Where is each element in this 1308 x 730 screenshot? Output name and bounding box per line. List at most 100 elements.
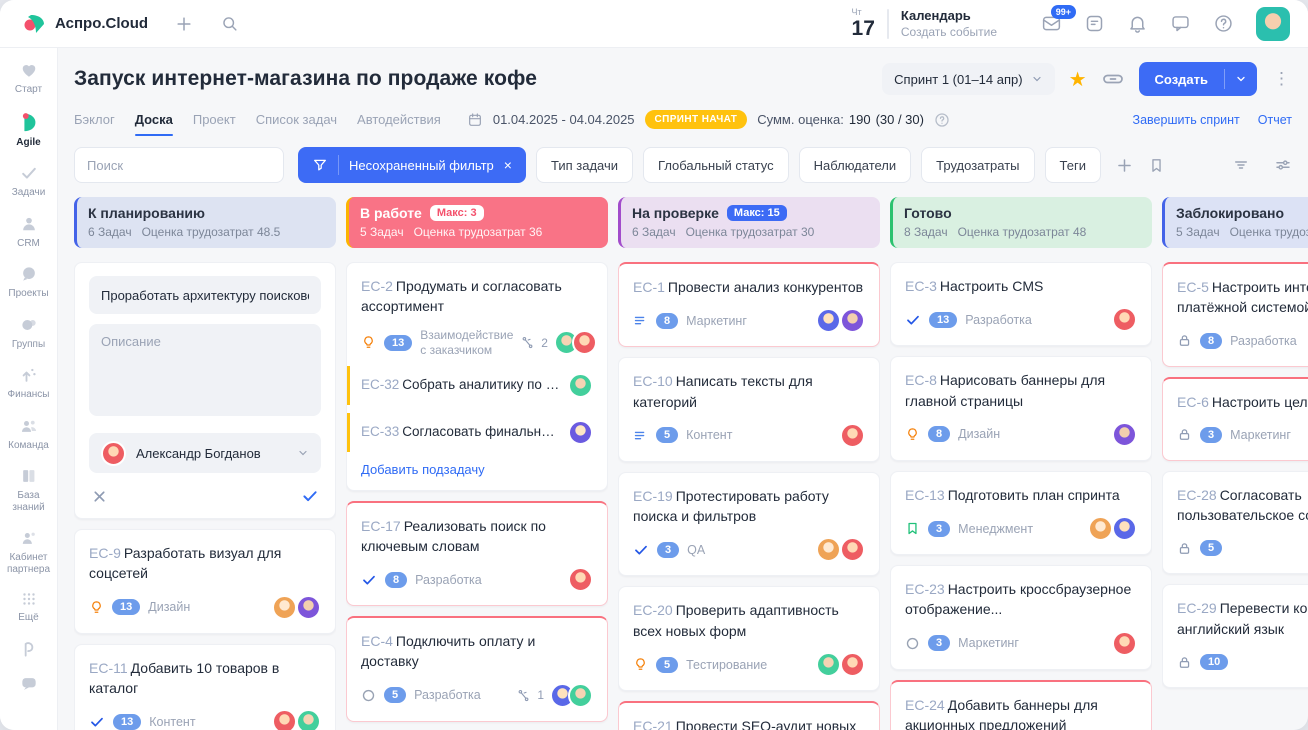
column-header[interactable]: К планированию 6 ЗадачОценка трудозатрат… (74, 197, 336, 248)
task-card[interactable]: EC-24Добавить баннеры для акционных пред… (890, 680, 1152, 730)
avatar (272, 595, 297, 620)
search-input[interactable] (74, 147, 284, 183)
filter-chip-watchers[interactable]: Наблюдатели (799, 147, 912, 183)
tab-backlog[interactable]: Бэклог (74, 112, 115, 136)
sidebar-item-team[interactable]: Команда (2, 416, 55, 452)
create-dropdown-icon[interactable] (1225, 73, 1257, 85)
filter-chip-global-status[interactable]: Глобальный статус (643, 147, 789, 183)
sidebar-item-groups[interactable]: Группы (2, 315, 55, 351)
column-header[interactable]: В работеМакс: 3 5 ЗадачОценка трудозатра… (346, 197, 608, 248)
filter-chip-task-type[interactable]: Тип задачи (536, 147, 633, 183)
sidebar-item-chat[interactable] (2, 674, 55, 694)
column-done: Готово 8 ЗадачОценка трудозатрат 48 EC-3… (890, 197, 1152, 730)
sidebar-item-start[interactable]: Старт (2, 60, 55, 96)
filter-chip-tags[interactable]: Теги (1045, 147, 1101, 183)
new-task-title-input[interactable] (89, 276, 321, 314)
add-filter-icon[interactable] (1115, 156, 1134, 175)
bookmark-icon (905, 521, 920, 536)
task-card[interactable]: EC-28Согласовать пользовательское соглаш… (1162, 471, 1308, 575)
tab-automations[interactable]: Автодействия (357, 112, 441, 136)
report-link[interactable]: Отчет (1258, 113, 1292, 127)
sidebar-item-tasks[interactable]: Задачи (2, 163, 55, 199)
task-card[interactable]: EC-17Реализовать поиск по ключевым слова… (346, 501, 608, 607)
avatar (272, 709, 297, 730)
brand[interactable]: Аспро.Cloud (22, 12, 148, 36)
active-filter-button[interactable]: Несохраненный фильтр × (298, 147, 526, 183)
finish-sprint-link[interactable]: Завершить спринт (1133, 113, 1240, 127)
link-icon[interactable] (1101, 67, 1125, 91)
bulb-icon (89, 600, 104, 615)
calendar-date[interactable]: Чт 17 (852, 8, 875, 39)
chat-icon[interactable] (1170, 13, 1191, 34)
tab-project[interactable]: Проект (193, 112, 236, 136)
task-card[interactable]: EC-6Настроить цели в 3 Маркетинг (1162, 377, 1308, 461)
lines-icon (633, 313, 648, 328)
help-icon[interactable] (1213, 13, 1234, 34)
task-card[interactable]: EC-13Подготовить план спринта 3 Менеджме… (890, 471, 1152, 555)
task-card[interactable]: EC-2Продумать и согласовать ассортимент … (346, 262, 608, 491)
new-task-description-input[interactable] (89, 324, 321, 416)
filter-chip-time[interactable]: Трудозатраты (921, 147, 1034, 183)
sidebar-item-more[interactable]: Ещё (2, 590, 55, 624)
create-button[interactable]: Создать (1139, 62, 1257, 96)
task-card[interactable]: EC-1Провести анализ конкурентов 8 Маркет… (618, 262, 880, 347)
task-card[interactable]: EC-10Написать тексты для категорий 5 Кон… (618, 357, 880, 462)
help-circle-icon[interactable] (934, 112, 950, 128)
sidebar-item-knowledge[interactable]: База знаний (2, 466, 55, 513)
task-card[interactable]: EC-8Нарисовать баннеры для главной стран… (890, 356, 1152, 461)
assignee-selector[interactable]: Александр Богданов (89, 433, 321, 473)
sidebar-item-p-logo[interactable] (2, 639, 55, 659)
task-card[interactable]: EC-4Подключить оплату и доставку 5 Разра… (346, 616, 608, 722)
estimate-badge: 8 (1200, 333, 1222, 349)
tab-task-list[interactable]: Список задач (256, 112, 337, 136)
add-icon[interactable] (174, 14, 194, 34)
column-header[interactable]: На проверкеМакс: 15 6 ЗадачОценка трудоз… (618, 197, 880, 248)
bookmark-icon[interactable] (1148, 157, 1165, 174)
add-subtask-link[interactable]: Добавить подзадачу (361, 462, 593, 477)
bulb-icon (905, 427, 920, 442)
task-card[interactable]: EC-19Протестировать работу поиска и филь… (618, 472, 880, 577)
favorite-star-icon[interactable]: ★ (1069, 67, 1087, 92)
sidebar-item-partner[interactable]: Кабинет партнера (2, 528, 55, 575)
estimate-badge: 3 (928, 635, 950, 651)
settings-sliders-icon[interactable] (1274, 156, 1292, 174)
sidebar-item-finance[interactable]: Финансы (2, 365, 55, 401)
task-card[interactable]: EC-20Проверить адаптивность всех новых ф… (618, 586, 880, 691)
calendar-widget[interactable]: Календарь Создать событие (901, 8, 997, 39)
clear-filter-icon[interactable]: × (504, 157, 512, 173)
cancel-icon[interactable] (91, 488, 108, 505)
create-event-link[interactable]: Создать событие (901, 25, 997, 39)
task-card[interactable]: EC-29Перевести контент на английский язы… (1162, 584, 1308, 688)
subtask-row[interactable]: EC-32Собрать аналитику по това... (347, 366, 593, 405)
task-card[interactable]: EC-21Провести SEO-аудит новых страниц 5 … (618, 701, 880, 730)
column-header[interactable]: Заблокировано 5 ЗадачОценка трудозатрат (1162, 197, 1308, 248)
chat-bubble-icon (19, 674, 39, 694)
column-in-progress: В работеМакс: 3 5 ЗадачОценка трудозатра… (346, 197, 608, 730)
more-options-icon[interactable]: ⋮ (1271, 69, 1292, 89)
search-icon[interactable] (220, 14, 239, 33)
subtask-row[interactable]: EC-33Согласовать финальный сп... (347, 413, 593, 452)
sidebar-item-projects[interactable]: Проекты (2, 264, 55, 300)
sort-icon[interactable] (1232, 156, 1250, 174)
sidebar-item-agile[interactable]: Agile (2, 111, 55, 149)
task-card[interactable]: EC-23Настроить кроссбраузерное отображен… (890, 565, 1152, 670)
sidebar-item-crm[interactable]: CRM (2, 214, 55, 250)
user-avatar[interactable] (1256, 7, 1290, 41)
mail-icon[interactable]: 99+ (1041, 13, 1062, 34)
agile-logo-icon (18, 111, 40, 133)
avatar (840, 652, 865, 677)
note-icon[interactable] (1084, 13, 1105, 34)
task-card[interactable]: EC-9Разработать визуал для соцсетей 13 Д… (74, 529, 336, 634)
tab-board[interactable]: Доска (135, 112, 173, 136)
task-card[interactable]: EC-5Настроить интеграцию с платёжной сис… (1162, 262, 1308, 367)
sprint-selector[interactable]: Спринт 1 (01–14 апр) (882, 63, 1054, 95)
projects-icon (19, 264, 39, 284)
lock-icon (1177, 541, 1192, 556)
bell-icon[interactable] (1127, 13, 1148, 34)
task-card[interactable]: EC-11Добавить 10 товаров в каталог 13 Ко… (74, 644, 336, 730)
calendar-title: Календарь (901, 8, 997, 23)
task-card[interactable]: EC-3Настроить CMS 13 Разработка (890, 262, 1152, 346)
column-header[interactable]: Готово 8 ЗадачОценка трудозатрат 48 (890, 197, 1152, 248)
new-task-compose-card: Александр Богданов (74, 262, 336, 519)
confirm-icon[interactable] (301, 487, 319, 505)
